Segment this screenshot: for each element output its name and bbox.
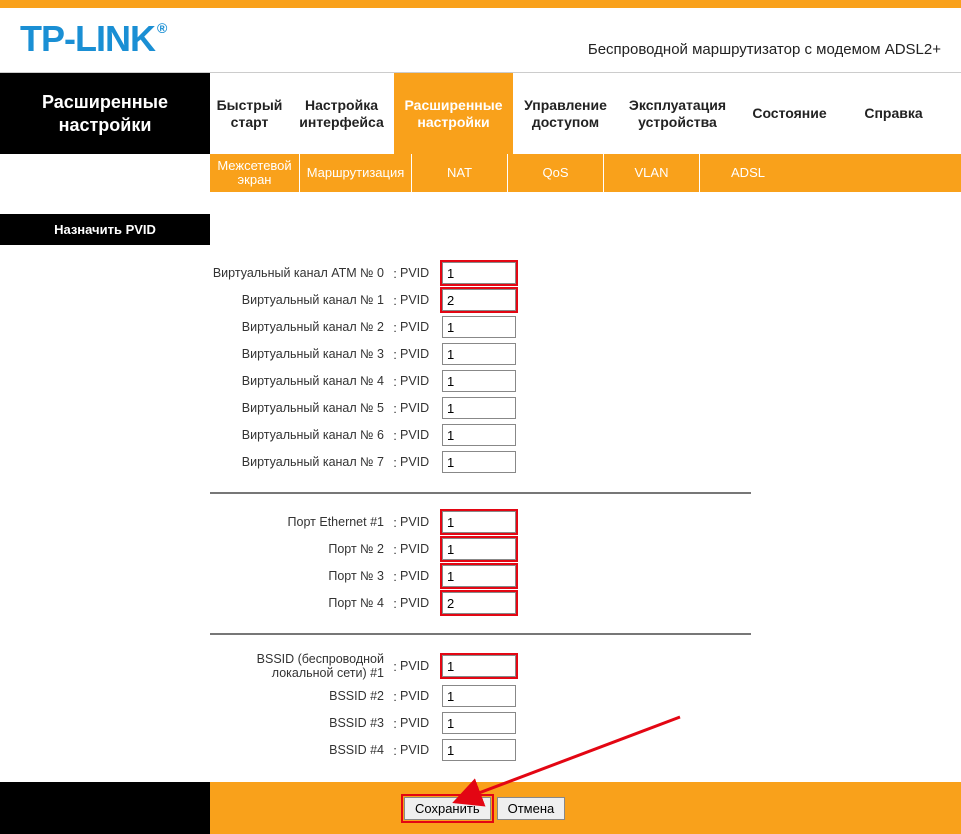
pvid-input[interactable] [442, 289, 516, 311]
pvid-input[interactable] [442, 685, 516, 707]
pvid-label: PVID [400, 542, 442, 556]
group-atm: Виртуальный канал ATM № 0 : PVID Виртуал… [210, 255, 961, 486]
pvid-input[interactable] [442, 262, 516, 284]
table-row: BSSID #2 : PVID [210, 683, 961, 709]
table-row: Виртуальный канал № 1 : PVID [210, 287, 961, 313]
table-row: Виртуальный канал № 3 : PVID [210, 341, 961, 367]
content: Виртуальный канал ATM № 0 : PVID Виртуал… [0, 245, 961, 486]
subtab-adsl[interactable]: ADSL [700, 154, 796, 192]
pvid-input[interactable] [442, 739, 516, 761]
save-button[interactable]: Сохранить [404, 797, 491, 820]
table-row: Виртуальный канал № 6 : PVID [210, 422, 961, 448]
row-label: Порт № 2 [210, 542, 390, 556]
subtab-qos[interactable]: QoS [508, 154, 604, 192]
pvid-input[interactable] [442, 712, 516, 734]
table-row: BSSID #4 : PVID [210, 737, 961, 763]
row-label: Виртуальный канал № 3 [210, 347, 390, 361]
pvid-input[interactable] [442, 511, 516, 533]
row-label: Порт № 4 [210, 596, 390, 610]
form-area: Виртуальный канал ATM № 0 : PVID Виртуал… [210, 245, 961, 486]
row-label: BSSID #2 [210, 689, 390, 703]
tab-interface-setup[interactable]: Настройка интерфейса [290, 73, 394, 154]
row-label: BSSID (беспроводной локальной сети) #1 [210, 652, 390, 681]
tagline: Беспроводной маршрутизатор с модемом ADS… [588, 21, 941, 58]
pvid-input[interactable] [442, 655, 516, 677]
row-label: Виртуальный канал № 6 [210, 428, 390, 442]
pvid-label: PVID [400, 401, 442, 415]
pvid-input[interactable] [442, 451, 516, 473]
table-row: Порт № 4 : PVID [210, 590, 961, 616]
row-label: Виртуальный канал № 1 [210, 293, 390, 307]
pvid-input[interactable] [442, 343, 516, 365]
pvid-label: PVID [400, 743, 442, 757]
row-label: Виртуальный канал № 4 [210, 374, 390, 388]
cancel-button[interactable]: Отмена [497, 797, 566, 820]
row-label: Порт № 3 [210, 569, 390, 583]
pvid-label: PVID [400, 428, 442, 442]
pvid-input[interactable] [442, 592, 516, 614]
brand-logo: TP-LINK ® [20, 18, 164, 60]
pvid-input[interactable] [442, 538, 516, 560]
side-section-title: Расширенные настройки [0, 73, 210, 154]
row-label: Виртуальный канал № 5 [210, 401, 390, 415]
pvid-label: PVID [400, 659, 442, 673]
tab-quick-start[interactable]: Быстрый старт [210, 73, 290, 154]
main-tabs: Быстрый старт Настройка интерфейса Расши… [210, 73, 961, 154]
tab-maintenance[interactable]: Эксплуатация устройства [618, 73, 738, 154]
tab-access-management[interactable]: Управление доступом [514, 73, 618, 154]
pvid-label: PVID [400, 596, 442, 610]
row-label: BSSID #3 [210, 716, 390, 730]
table-row: BSSID #3 : PVID [210, 710, 961, 736]
pvid-label: PVID [400, 455, 442, 469]
pvid-label: PVID [400, 347, 442, 361]
group-bssid: BSSID (беспроводной локальной сети) #1 :… [210, 645, 961, 774]
table-row: Порт Ethernet #1 : PVID [210, 509, 961, 535]
row-label: BSSID #4 [210, 743, 390, 757]
pvid-label: PVID [400, 293, 442, 307]
subtab-routing[interactable]: Маршрутизация [300, 154, 412, 192]
pvid-label: PVID [400, 320, 442, 334]
gap [0, 192, 961, 214]
pvid-label: PVID [400, 716, 442, 730]
tab-status[interactable]: Состояние [738, 73, 842, 154]
tab-advanced-setup[interactable]: Расширенные настройки [394, 73, 514, 154]
row-label: Виртуальный канал № 7 [210, 455, 390, 469]
pvid-label: PVID [400, 689, 442, 703]
sub-tabs: Межсетевой экран Маршрутизация NAT QoS V… [210, 154, 961, 192]
pvid-input[interactable] [442, 397, 516, 419]
pvid-label: PVID [400, 569, 442, 583]
pvid-input[interactable] [442, 316, 516, 338]
section-title: Назначить PVID [0, 214, 210, 245]
subtab-vlan[interactable]: VLAN [604, 154, 700, 192]
pvid-label: PVID [400, 515, 442, 529]
tab-help[interactable]: Справка [842, 73, 946, 154]
content: Порт Ethernet #1 : PVID Порт № 2 : PVID … [0, 494, 961, 627]
pvid-label: PVID [400, 374, 442, 388]
header: TP-LINK ® Беспроводной маршрутизатор с м… [0, 8, 961, 73]
subtab-firewall[interactable]: Межсетевой экран [210, 154, 300, 192]
row-label: Виртуальный канал № 2 [210, 320, 390, 334]
pvid-input[interactable] [442, 370, 516, 392]
table-row: Виртуальный канал № 2 : PVID [210, 314, 961, 340]
table-row: Виртуальный канал № 4 : PVID [210, 368, 961, 394]
group-ethernet: Порт Ethernet #1 : PVID Порт № 2 : PVID … [210, 504, 961, 627]
pvid-label: PVID [400, 266, 442, 280]
subtab-nat[interactable]: NAT [412, 154, 508, 192]
table-row: Виртуальный канал ATM № 0 : PVID [210, 260, 961, 286]
pvid-input[interactable] [442, 565, 516, 587]
brand-text: TP-LINK [20, 18, 155, 60]
content: BSSID (беспроводной локальной сети) #1 :… [0, 635, 961, 774]
table-row: Виртуальный канал № 7 : PVID [210, 449, 961, 475]
row-label: Порт Ethernet #1 [210, 515, 390, 529]
table-row: Виртуальный канал № 5 : PVID [210, 395, 961, 421]
top-accent-bar [0, 0, 961, 8]
nav-row: Расширенные настройки Быстрый старт Наст… [0, 73, 961, 154]
section-header-row: Назначить PVID [0, 214, 961, 245]
row-label: Виртуальный канал ATM № 0 [210, 266, 390, 280]
table-row: Порт № 2 : PVID [210, 536, 961, 562]
pvid-input[interactable] [442, 424, 516, 446]
table-row: BSSID (беспроводной локальной сети) #1 :… [210, 650, 961, 682]
registered-mark: ® [157, 20, 166, 36]
table-row: Порт № 3 : PVID [210, 563, 961, 589]
